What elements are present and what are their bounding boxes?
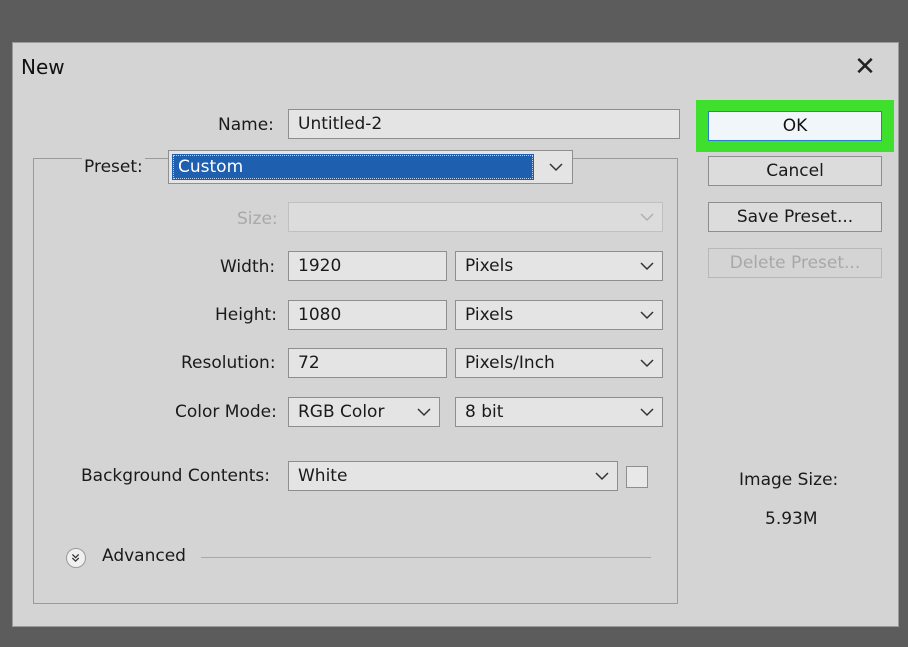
cancel-button[interactable]: Cancel [708, 156, 882, 186]
chevron-down-icon [640, 359, 654, 368]
bit-depth-value: 8 bit [465, 402, 504, 422]
color-mode-label: Color Mode: [175, 402, 277, 422]
height-unit-select[interactable]: Pixels [455, 300, 663, 330]
width-input[interactable]: 1920 [288, 251, 447, 281]
chevron-down-icon [640, 408, 654, 417]
resolution-input[interactable]: 72 [288, 348, 447, 378]
preset-value: Custom [172, 154, 534, 180]
chevron-down-icon [640, 262, 654, 271]
bit-depth-select[interactable]: 8 bit [455, 397, 663, 427]
preset-label: Preset: [82, 157, 145, 177]
advanced-divider [201, 557, 651, 558]
chevron-down-icon [640, 311, 654, 320]
resolution-unit-select[interactable]: Pixels/Inch [455, 348, 663, 378]
background-contents-select[interactable]: White [288, 461, 618, 491]
width-label: Width: [220, 257, 276, 277]
double-chevron-down-icon[interactable] [66, 548, 86, 568]
height-unit-value: Pixels [465, 305, 514, 325]
chevron-down-icon [595, 472, 609, 481]
height-label: Height: [215, 305, 277, 325]
background-color-swatch[interactable] [626, 466, 648, 488]
chevron-down-icon [640, 213, 654, 222]
size-label: Size: [237, 209, 278, 229]
chevron-down-icon [549, 163, 563, 172]
close-icon[interactable]: ✕ [850, 53, 880, 83]
width-unit-select[interactable]: Pixels [455, 251, 663, 281]
image-size-label: Image Size: [739, 470, 839, 490]
dialog-title: New [21, 55, 65, 79]
image-size-value: 5.93M [765, 509, 818, 529]
save-preset-button[interactable]: Save Preset... [708, 202, 882, 232]
color-mode-value: RGB Color [298, 402, 385, 422]
delete-preset-button: Delete Preset... [708, 248, 882, 278]
ok-button-highlight: OK [696, 100, 894, 152]
resolution-unit-value: Pixels/Inch [465, 353, 555, 373]
chevron-down-icon [417, 408, 431, 417]
resolution-label: Resolution: [181, 353, 276, 373]
name-input[interactable]: Untitled-2 [288, 109, 680, 139]
advanced-label[interactable]: Advanced [102, 546, 186, 566]
name-label: Name: [218, 115, 274, 135]
title-bar: New ✕ [13, 43, 898, 93]
ok-button[interactable]: OK [708, 111, 882, 141]
background-contents-label: Background Contents: [81, 466, 271, 486]
width-unit-value: Pixels [465, 256, 514, 276]
background-contents-value: White [298, 466, 348, 486]
new-document-dialog: New ✕ Name: Untitled-2 Preset: Custom Si… [12, 42, 899, 627]
size-select [288, 202, 663, 232]
groupbox-top-line [580, 158, 678, 159]
height-input[interactable]: 1080 [288, 300, 447, 330]
color-mode-select[interactable]: RGB Color [288, 397, 440, 427]
preset-select[interactable]: Custom [168, 150, 573, 184]
